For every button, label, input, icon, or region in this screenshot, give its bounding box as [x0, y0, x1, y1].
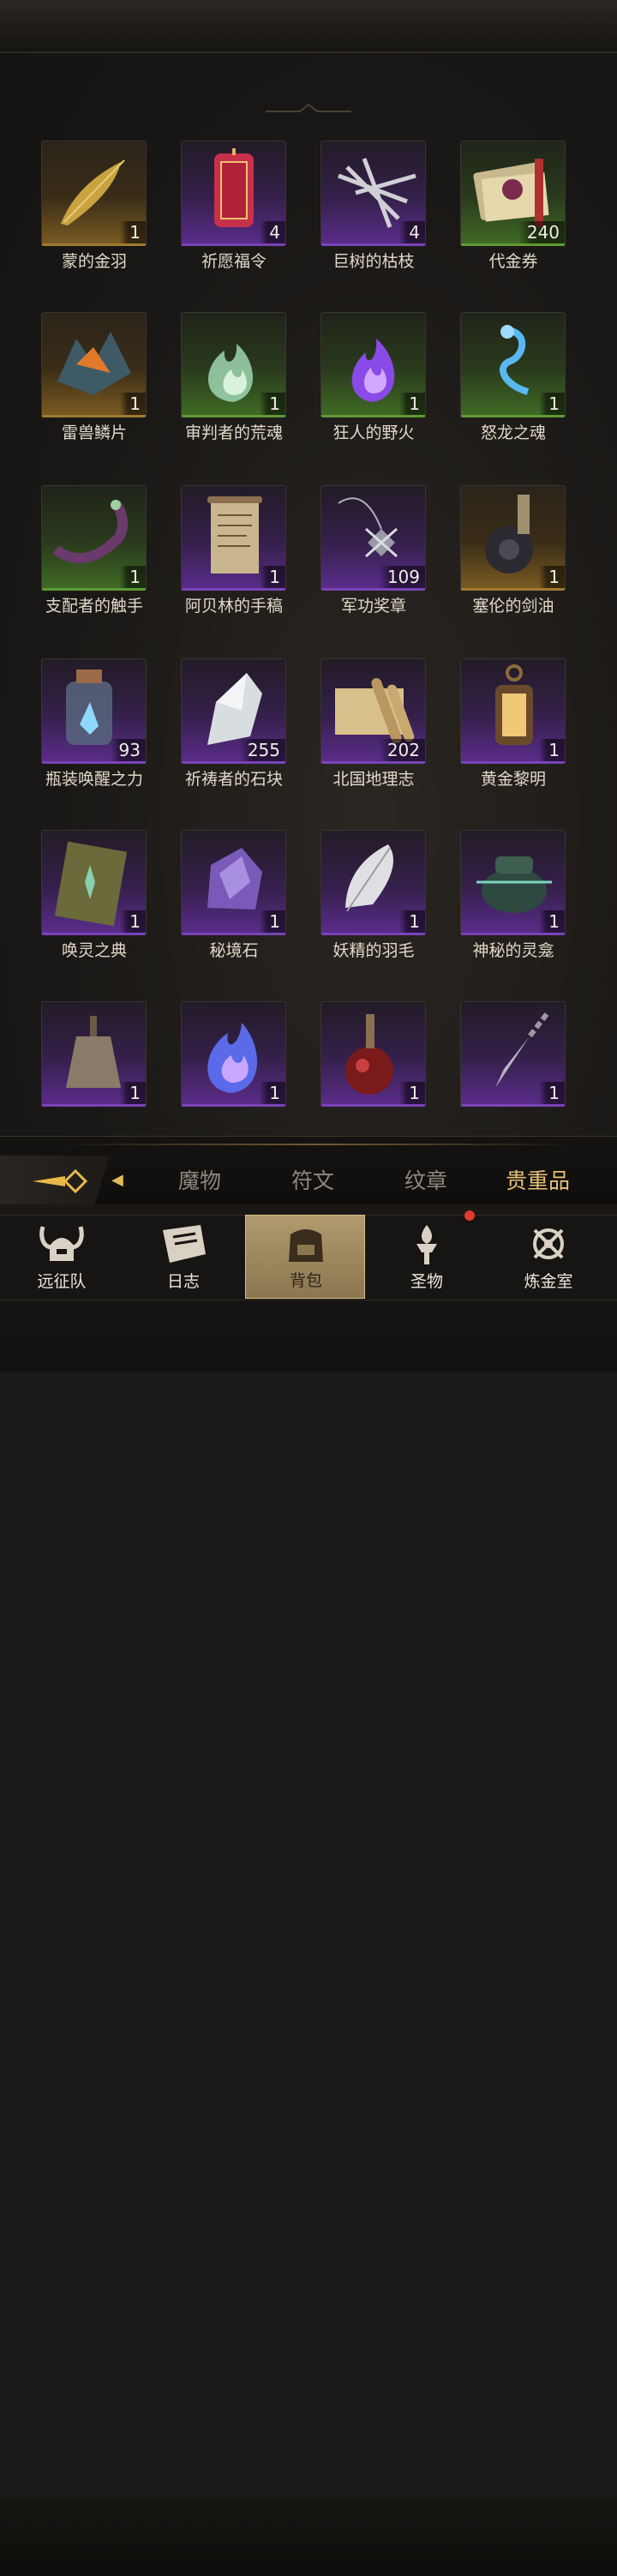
item-name: 神秘的灵龛	[472, 941, 554, 960]
item-tile[interactable]: 1	[460, 830, 566, 935]
item-tile[interactable]: 109	[320, 485, 426, 591]
item-count: 1	[539, 739, 565, 761]
bottom-frame	[0, 2499, 617, 2576]
inventory-item[interactable]: 1 神秘的灵龛	[419, 830, 566, 976]
inventory-item[interactable]: 109 军功奖章	[279, 485, 426, 631]
item-name: 代金券	[488, 252, 538, 271]
item-tile[interactable]: 1	[181, 1001, 286, 1107]
nav-label: 炼金室	[524, 1272, 573, 1291]
tab-monsters[interactable]: 魔物	[178, 1164, 221, 1195]
inventory-item[interactable]: 1 黄金黎明	[419, 658, 566, 804]
item-tile[interactable]: 1	[181, 485, 286, 591]
item-tile[interactable]: 1	[320, 830, 426, 935]
inventory-item[interactable]: 1 狂人的野火	[279, 312, 426, 458]
inventory-item[interactable]: 202 北国地理志	[279, 658, 426, 804]
tab-runes[interactable]: 符文	[291, 1164, 334, 1195]
item-count: 1	[539, 566, 565, 588]
inventory-item[interactable]: 1 雷兽鳞片	[0, 312, 147, 458]
item-tile[interactable]: 255	[181, 658, 286, 764]
item-tile[interactable]: 1	[460, 485, 566, 591]
top-frame	[0, 0, 617, 53]
journal-icon	[163, 1225, 206, 1263]
inventory-item[interactable]: 240 代金券	[419, 141, 566, 286]
item-count: 1	[539, 910, 565, 933]
inventory-item[interactable]: 1	[0, 1001, 147, 1147]
item-tile[interactable]: 1	[460, 1001, 566, 1107]
item-tile[interactable]: 1	[41, 830, 147, 935]
backpack-icon	[289, 1229, 323, 1262]
inventory-item[interactable]: 1 秘境石	[140, 830, 286, 976]
inventory-item[interactable]: 1 审判者的荒魂	[140, 312, 286, 458]
tab-valuables[interactable]: 贵重品	[506, 1164, 570, 1195]
notification-dot	[464, 1210, 475, 1221]
tabs-divider-line	[60, 1144, 574, 1145]
inventory-item[interactable]: 1 支配者的触手	[0, 485, 147, 631]
nav-label: 圣物	[410, 1272, 443, 1291]
nav-label: 日志	[166, 1272, 200, 1291]
item-count: 255	[238, 739, 285, 761]
nav-relics[interactable]: 圣物	[367, 1215, 487, 1299]
item-tile[interactable]: 1	[320, 312, 426, 417]
item-count: 202	[378, 739, 425, 761]
tab-scroll-left-button[interactable]	[0, 1156, 110, 1205]
torch-icon	[416, 1225, 437, 1264]
item-tile[interactable]: 1	[460, 312, 566, 417]
item-count: 109	[378, 566, 425, 588]
nav-alchemy[interactable]: 炼金室	[488, 1215, 608, 1299]
inventory-item[interactable]: 1 唤灵之典	[0, 830, 147, 976]
inventory-item[interactable]: 1 蒙的金羽	[0, 141, 147, 286]
item-tile[interactable]: 1	[181, 830, 286, 935]
inventory-item[interactable]: 1 阿贝林的手稿	[140, 485, 286, 631]
item-name: 黄金黎明	[480, 770, 546, 789]
item-tile[interactable]: 1	[41, 312, 147, 417]
item-name: 塞伦的剑油	[472, 597, 554, 615]
item-tile[interactable]: 1	[320, 1001, 426, 1107]
item-name: 怒龙之魂	[480, 423, 546, 442]
item-tile[interactable]: 240	[460, 141, 566, 246]
inventory-item[interactable]: 1	[140, 1001, 286, 1147]
nav-label: 背包	[289, 1271, 322, 1290]
ornament-divider-icon	[266, 103, 351, 112]
chevron-left-icon[interactable]: ◀	[111, 1171, 123, 1189]
nav-label: 远征队	[37, 1272, 87, 1291]
item-count: 1	[539, 1082, 565, 1104]
item-tile[interactable]: 4	[320, 141, 426, 246]
horned-helmet-icon	[39, 1226, 84, 1261]
inventory-item[interactable]: 255 祈祷者的石块	[140, 658, 286, 804]
item-tile[interactable]: 1	[41, 1001, 147, 1107]
double-diamond-arrow-icon	[33, 1168, 88, 1194]
inventory-item[interactable]: 93 瓶装唤醒之力	[0, 658, 147, 804]
tab-emblems[interactable]: 纹章	[404, 1164, 447, 1195]
item-tile[interactable]: 1	[41, 485, 147, 591]
alchemy-icon	[533, 1228, 564, 1259]
inventory-item[interactable]: 1	[419, 1001, 566, 1147]
item-count: 240	[518, 221, 565, 243]
item-tile[interactable]: 202	[320, 658, 426, 764]
item-tile[interactable]: 4	[181, 141, 286, 246]
nav-journal[interactable]: 日志	[123, 1215, 243, 1299]
inventory-item[interactable]: 1	[279, 1001, 426, 1147]
inventory-item[interactable]: 1 妖精的羽毛	[279, 830, 426, 976]
inventory-item[interactable]: 1 塞伦的剑油	[419, 485, 566, 631]
nav-backpack[interactable]: 背包	[245, 1215, 365, 1299]
item-count: 1	[539, 393, 565, 415]
item-tile[interactable]: 1	[41, 141, 147, 246]
item-tile[interactable]: 93	[41, 658, 147, 764]
item-tile[interactable]: 1	[460, 658, 566, 764]
inventory-item[interactable]: 4 祈愿福令	[140, 141, 286, 286]
category-tabs-bar: ◀ 魔物 符文 纹章 贵重品	[0, 1136, 617, 1205]
bottom-navigation: 远征队 日志 背包 圣物 炼金室	[0, 1204, 617, 2576]
item-tile[interactable]: 1	[181, 312, 286, 417]
nav-expedition[interactable]: 远征队	[2, 1215, 122, 1299]
inventory-item[interactable]: 1 怒龙之魂	[419, 312, 566, 458]
inventory-item[interactable]: 4 巨树的枯枝	[279, 141, 426, 286]
